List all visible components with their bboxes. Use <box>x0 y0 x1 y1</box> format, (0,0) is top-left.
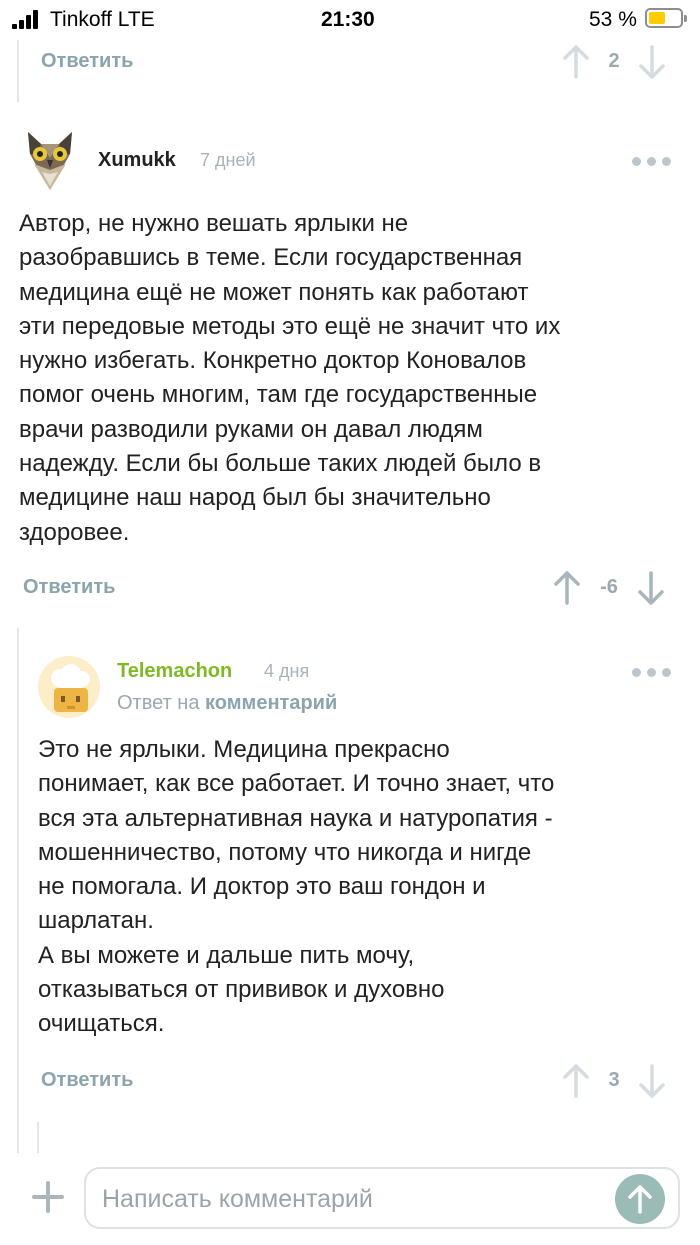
reply-button[interactable]: Ответить <box>23 576 115 599</box>
comment-input[interactable]: Написать комментарий <box>84 1167 680 1229</box>
chef-avatar-icon[interactable] <box>38 656 100 718</box>
reply-to-label: Ответ на комментарий <box>117 692 337 715</box>
downvote-icon[interactable] <box>639 1063 665 1099</box>
vote-controls: 2 <box>563 44 673 80</box>
battery-percent: 53 % <box>589 8 637 31</box>
status-time: 21:30 <box>321 8 375 31</box>
carrier-label: Tinkoff LTE <box>50 8 155 31</box>
vote-controls: 3 <box>563 1063 673 1099</box>
upvote-icon[interactable] <box>563 1063 589 1099</box>
comment-author[interactable]: Xumukk <box>98 149 176 172</box>
comment-text: Это не ярлыки. Медицина прекрасно понима… <box>38 736 555 1038</box>
upvote-icon[interactable] <box>554 570 580 606</box>
comment-date: 7 дней <box>200 150 256 170</box>
status-bar: Tinkoff LTE 21:30 53 % <box>0 0 700 40</box>
thread-line <box>17 40 19 102</box>
downvote-icon[interactable] <box>638 570 664 606</box>
owl-avatar-icon[interactable] <box>24 130 76 192</box>
signal-strength-icon <box>12 9 44 29</box>
reply-to-prefix: Ответ на <box>117 692 200 714</box>
vote-score: 3 <box>608 1069 620 1091</box>
add-attachment-icon[interactable] <box>32 1181 64 1213</box>
thread-line <box>37 1122 39 1153</box>
reply-button[interactable]: Ответить <box>41 1069 133 1092</box>
battery-icon <box>645 8 687 28</box>
comment-input-placeholder: Написать комментарий <box>102 1185 373 1213</box>
comment-author[interactable]: Telemachon <box>117 660 232 683</box>
more-options-icon[interactable] <box>632 663 672 683</box>
vote-score: -6 <box>600 576 618 598</box>
vote-score: 2 <box>608 50 620 72</box>
vote-controls: -6 <box>554 570 669 606</box>
arrow-up-icon <box>628 1185 652 1214</box>
reply-to-link[interactable]: комментарий <box>205 692 337 714</box>
comment-date: 4 дня <box>264 661 310 681</box>
send-button[interactable] <box>615 1174 665 1224</box>
reply-button[interactable]: Ответить <box>41 50 133 73</box>
more-options-icon[interactable] <box>632 152 672 172</box>
thread-line <box>17 628 19 1153</box>
comment-text: Автор, не нужно вешать ярлыки не разобра… <box>19 210 561 546</box>
downvote-icon[interactable] <box>639 44 665 80</box>
upvote-icon[interactable] <box>563 44 589 80</box>
